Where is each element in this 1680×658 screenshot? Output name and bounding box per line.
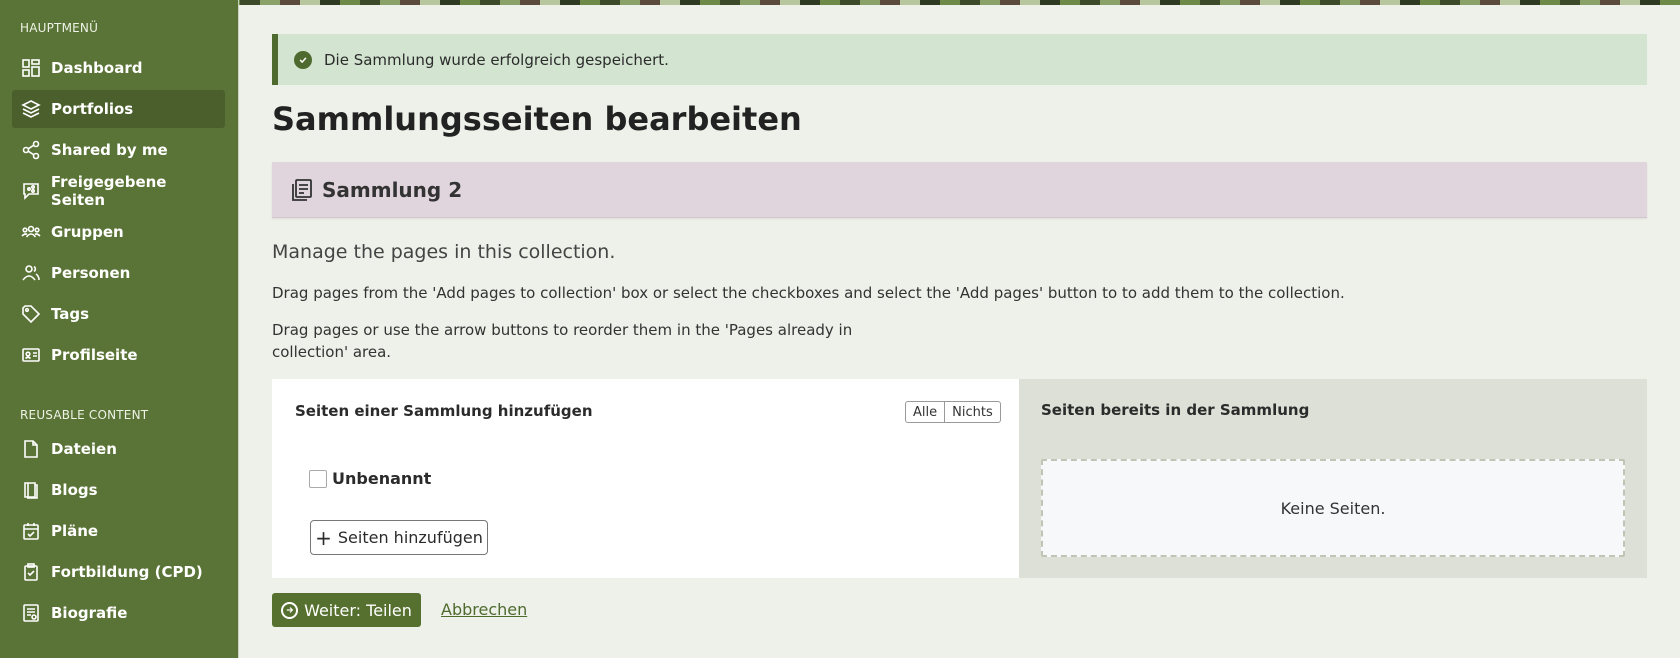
shared-pages-icon: [20, 180, 42, 202]
tag-icon: [20, 303, 42, 325]
sidebar-item-label: Blogs: [51, 481, 98, 499]
collection-icon: [290, 178, 314, 202]
sidebar-item-label: Biografie: [51, 604, 128, 622]
profile-card-icon: [20, 344, 42, 366]
page-label: Unbenannt: [332, 469, 432, 488]
select-buttons: Alle Nichts: [905, 401, 1001, 423]
main-content: Die Sammlung wurde erfolgreich gespeiche…: [272, 0, 1647, 658]
empty-state-text: Keine Seiten.: [1280, 498, 1386, 518]
page-title: Sammlungsseiten bearbeiten: [272, 100, 802, 138]
sidebar-item-personen[interactable]: Personen: [12, 254, 225, 292]
layers-icon: [20, 98, 42, 120]
check-circle-icon: [294, 50, 312, 69]
dashboard-icon: [20, 57, 42, 79]
sidebar-item-label: Freigegebene Seiten: [50, 173, 167, 209]
sidebar-item-fortbildung[interactable]: Fortbildung (CPD): [12, 553, 225, 591]
instructions-paragraph-1: Drag pages from the 'Add pages to collec…: [272, 284, 1345, 302]
add-pages-button-label: Seiten hinzufügen: [337, 528, 483, 547]
calendar-check-icon: [20, 520, 42, 542]
blog-icon: [20, 479, 42, 501]
sidebar-item-label: Shared by me: [51, 141, 168, 159]
sidebar-item-shared-by-me[interactable]: Shared by me: [12, 131, 225, 169]
add-pages-panel: Seiten einer Sammlung hinzufügen Alle Ni…: [272, 379, 1019, 578]
cancel-link[interactable]: Abbrechen: [441, 600, 527, 619]
collection-title: Sammlung 2: [322, 177, 463, 202]
add-pages-button[interactable]: + Seiten hinzufügen: [310, 520, 488, 555]
select-all-button[interactable]: Alle: [906, 402, 944, 422]
page-checkbox[interactable]: [309, 469, 327, 488]
resume-icon: [20, 602, 42, 624]
sidebar-item-label: Portfolios: [51, 100, 134, 118]
sidebar-heading-reusable: REUSABLE CONTENT: [20, 408, 149, 422]
collection-dropzone[interactable]: Keine Seiten.: [1041, 459, 1625, 557]
page-checkbox-row[interactable]: Unbenannt: [309, 469, 431, 488]
sidebar-item-biografie[interactable]: Biografie: [12, 594, 225, 632]
share-icon: [20, 139, 42, 161]
select-none-button[interactable]: Nichts: [944, 402, 1000, 422]
file-icon: [20, 438, 42, 460]
sidebar-item-label: Dashboard: [51, 59, 143, 77]
clipboard-icon: [20, 561, 42, 583]
collection-header: Sammlung 2: [272, 162, 1647, 218]
existing-pages-title: Seiten bereits in der Sammlung: [1041, 401, 1310, 419]
instructions-paragraph-2-line-2: collection' area.: [272, 343, 392, 361]
sidebar-item-tags[interactable]: Tags: [12, 295, 225, 333]
sidebar-item-portfolios[interactable]: Portfolios: [12, 90, 225, 128]
alert-message: Die Sammlung wurde erfolgreich gespeiche…: [324, 50, 669, 69]
sidebar-item-label: Profilseite: [51, 346, 138, 364]
instructions-paragraph-2-line-1: Drag pages or use the arrow buttons to r…: [272, 321, 853, 339]
sidebar-item-profilseite[interactable]: Profilseite: [12, 336, 225, 374]
sidebar-item-dashboard[interactable]: Dashboard: [12, 49, 225, 87]
sidebar-item-blogs[interactable]: Blogs: [12, 471, 225, 509]
success-alert: Die Sammlung wurde erfolgreich gespeiche…: [272, 34, 1647, 85]
add-pages-title: Seiten einer Sammlung hinzufügen: [295, 402, 593, 420]
sidebar-item-label: Dateien: [51, 440, 117, 458]
people-icon: [20, 262, 42, 284]
sidebar-item-label: Gruppen: [51, 223, 124, 241]
sidebar-heading-main: HAUPTMENÜ: [20, 21, 99, 35]
lead-text: Manage the pages in this collection.: [272, 241, 616, 263]
arrow-right-circle-icon: [281, 601, 299, 619]
plus-icon: +: [315, 525, 332, 550]
existing-pages-panel: Seiten bereits in der Sammlung Keine Sei…: [1019, 379, 1647, 578]
groups-icon: [20, 221, 42, 243]
sidebar-item-plaene[interactable]: Pläne: [12, 512, 225, 550]
sidebar-item-label: Tags: [51, 305, 90, 323]
sidebar: HAUPTMENÜ Dashboard Portfolios Shared by…: [0, 0, 239, 658]
next-share-button-label: Weiter: Teilen: [304, 600, 412, 620]
sidebar-item-label: Pläne: [51, 522, 99, 540]
sidebar-item-freigegebene-seiten[interactable]: Freigegebene Seiten: [12, 172, 225, 210]
sidebar-item-dateien[interactable]: Dateien: [12, 430, 225, 468]
next-share-button[interactable]: Weiter: Teilen: [272, 593, 421, 627]
sidebar-item-label: Fortbildung (CPD): [51, 563, 203, 581]
sidebar-item-gruppen[interactable]: Gruppen: [12, 213, 225, 251]
sidebar-item-label: Personen: [51, 264, 131, 282]
